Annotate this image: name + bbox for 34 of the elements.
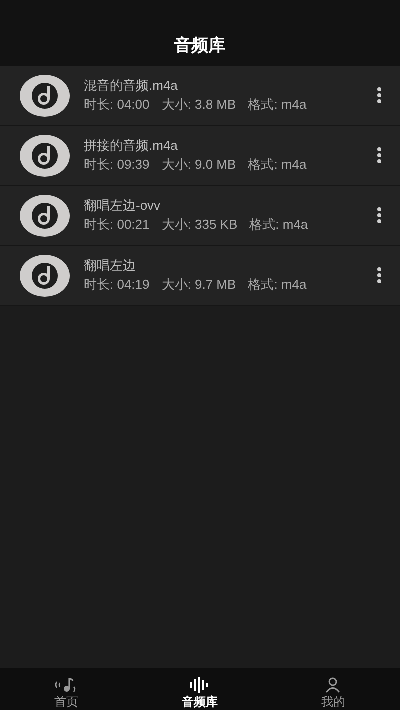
format-text: 格式: m4a [248,97,307,113]
music-note-icon [20,194,70,236]
file-name: 翻唱左边 [84,258,137,274]
duration-text: 时长: 04:19 [84,277,150,293]
music-note-icon [20,74,70,116]
more-icon[interactable] [377,207,382,224]
nav-tab[interactable]: 我的 [266,668,400,710]
size-text: 大小: 9.7 MB [162,277,236,293]
page-title: 音频库 [174,34,226,56]
sound-wave-icon [188,677,211,693]
audio-file-row[interactable]: 翻唱左边-ovv 时长: 00:21 大小: 335 KB 格式: m4a [0,186,400,246]
file-name: 拼接的音频.m4a [84,138,179,154]
more-icon[interactable] [377,147,382,164]
person-icon [325,677,342,693]
format-text: 格式: m4a [248,157,307,173]
size-text: 大小: 3.8 MB [162,97,236,113]
audio-file-row[interactable]: 拼接的音频.m4a 时长: 09:39 大小: 9.0 MB 格式: m4a [0,126,400,186]
music-note-icon [20,254,70,296]
format-text: 格式: m4a [250,217,308,233]
size-text: 大小: 335 KB [162,217,238,233]
music-note-icon [20,134,70,176]
audio-file-row[interactable]: 混音的音频.m4a 时长: 04:00 大小: 3.8 MB 格式: m4a [0,66,400,126]
more-icon[interactable] [377,267,382,284]
duration-text: 时长: 04:00 [84,97,150,113]
format-text: 格式: m4a [248,277,307,293]
nav-tab[interactable]: 音频库 [133,668,267,710]
audio-file-row[interactable]: 翻唱左边 时长: 04:19 大小: 9.7 MB 格式: m4a [0,246,400,306]
file-name: 翻唱左边-ovv [84,198,162,214]
duration-text: 时长: 00:21 [84,217,150,233]
size-text: 大小: 9.0 MB [162,157,236,173]
duration-text: 时长: 09:39 [84,157,150,173]
file-name: 混音的音频.m4a [84,78,179,94]
nav-tab[interactable]: 首页 [0,668,134,710]
more-icon[interactable] [377,87,382,104]
